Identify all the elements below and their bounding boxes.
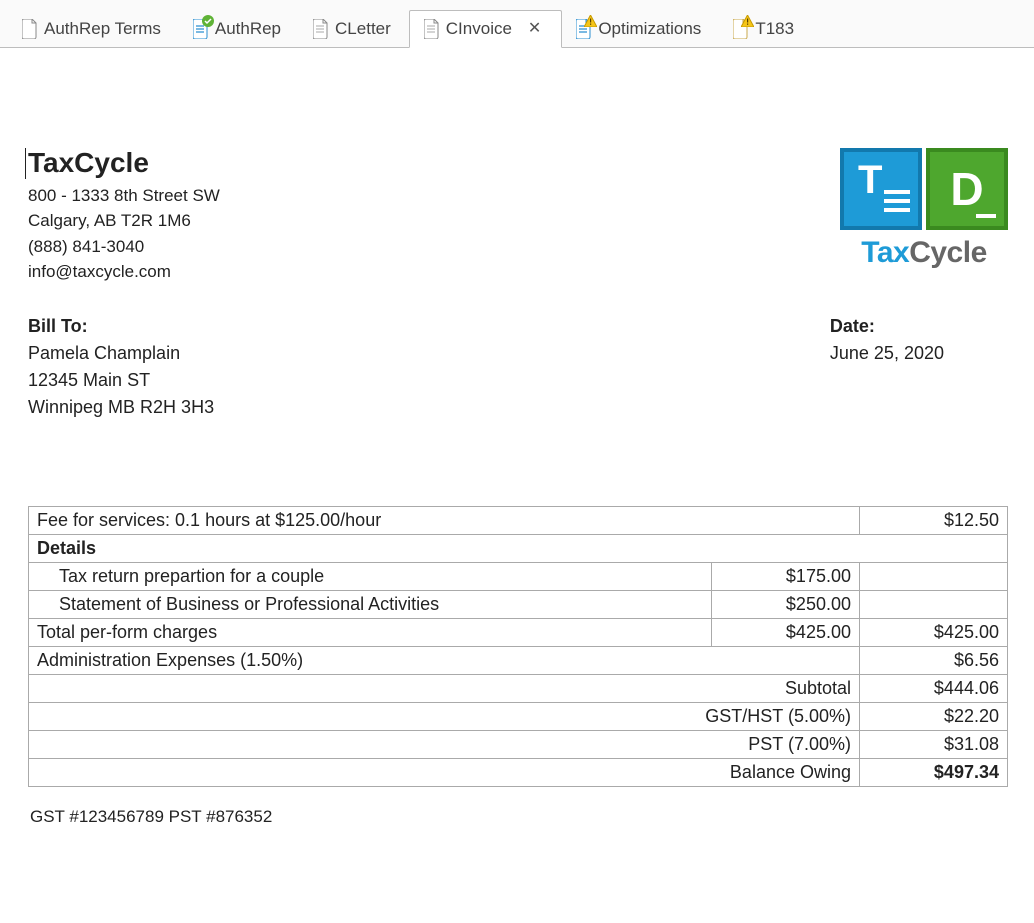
balance-owing-amount: $497.34 bbox=[860, 758, 1008, 786]
company-address-line1: 800 - 1333 8th Street SW bbox=[28, 183, 220, 209]
tab-label: CInvoice bbox=[446, 19, 512, 39]
tax-registration-footer: GST #123456789 PST #876352 bbox=[28, 807, 1014, 827]
tab-label: T183 bbox=[755, 19, 794, 39]
company-name: TaxCycle bbox=[25, 148, 220, 179]
table-row: Administration Expenses (1.50%) $6.56 bbox=[29, 646, 1008, 674]
date-label: Date: bbox=[830, 313, 944, 340]
document-icon bbox=[22, 19, 38, 39]
fee-description: Fee for services: 0.1 hours at $125.00/h… bbox=[29, 506, 860, 534]
logo-d-icon: D bbox=[926, 148, 1008, 230]
invoice-page: TaxCycle 800 - 1333 8th Street SW Calgar… bbox=[0, 48, 1034, 857]
tab-authrep[interactable]: AuthRep bbox=[179, 11, 299, 47]
fee-amount: $12.50 bbox=[860, 506, 1008, 534]
table-row: Subtotal $444.06 bbox=[29, 674, 1008, 702]
admin-expenses-label: Administration Expenses (1.50%) bbox=[29, 646, 860, 674]
tab-authrep-terms[interactable]: AuthRep Terms bbox=[8, 11, 179, 47]
tab-label: CLetter bbox=[335, 19, 391, 39]
logo-text: TaxCycle bbox=[840, 236, 1008, 270]
bill-to-name: Pamela Champlain bbox=[28, 340, 214, 367]
admin-expenses-amount: $6.56 bbox=[860, 646, 1008, 674]
document-check-icon bbox=[193, 19, 209, 39]
gst-label: GST/HST (5.00%) bbox=[29, 702, 860, 730]
document-icon bbox=[313, 19, 329, 39]
date-block: Date: June 25, 2020 bbox=[830, 313, 944, 421]
company-address-line2: Calgary, AB T2R 1M6 bbox=[28, 208, 220, 234]
close-icon[interactable]: ✕ bbox=[526, 21, 543, 37]
line-item-description: Tax return prepartion for a couple bbox=[29, 562, 712, 590]
tab-label: Optimizations bbox=[598, 19, 701, 39]
table-row: Balance Owing $497.34 bbox=[29, 758, 1008, 786]
table-row: Total per-form charges $425.00 $425.00 bbox=[29, 618, 1008, 646]
logo-t-icon: T bbox=[840, 148, 922, 230]
pst-amount: $31.08 bbox=[860, 730, 1008, 758]
tab-optimizations[interactable]: Optimizations bbox=[562, 11, 719, 47]
tab-cinvoice[interactable]: CInvoice ✕ bbox=[409, 10, 563, 48]
line-item-amount: $175.00 bbox=[712, 562, 860, 590]
invoice-table: Fee for services: 0.1 hours at $125.00/h… bbox=[28, 506, 1008, 787]
gst-amount: $22.20 bbox=[860, 702, 1008, 730]
bill-to-address-line2: Winnipeg MB R2H 3H3 bbox=[28, 394, 214, 421]
company-block: TaxCycle 800 - 1333 8th Street SW Calgar… bbox=[28, 148, 220, 285]
document-warning-icon bbox=[576, 19, 592, 39]
subtotal-label: Subtotal bbox=[29, 674, 860, 702]
line-item-description: Statement of Business or Professional Ac… bbox=[29, 590, 712, 618]
total-per-form-label: Total per-form charges bbox=[29, 618, 712, 646]
company-email: info@taxcycle.com bbox=[28, 259, 220, 285]
table-row: Details bbox=[29, 534, 1008, 562]
document-warning-icon bbox=[733, 19, 749, 39]
date-value: June 25, 2020 bbox=[830, 340, 944, 367]
subtotal-amount: $444.06 bbox=[860, 674, 1008, 702]
tab-label: AuthRep bbox=[215, 19, 281, 39]
total-per-form-sub: $425.00 bbox=[712, 618, 860, 646]
empty-cell bbox=[860, 590, 1008, 618]
tab-label: AuthRep Terms bbox=[44, 19, 161, 39]
table-row: GST/HST (5.00%) $22.20 bbox=[29, 702, 1008, 730]
balance-owing-label: Balance Owing bbox=[29, 758, 860, 786]
tab-t183[interactable]: T183 bbox=[719, 11, 812, 47]
table-row: Fee for services: 0.1 hours at $125.00/h… bbox=[29, 506, 1008, 534]
company-phone: (888) 841-3040 bbox=[28, 234, 220, 260]
empty-cell bbox=[860, 562, 1008, 590]
total-per-form-amount: $425.00 bbox=[860, 618, 1008, 646]
bill-to-address-line1: 12345 Main ST bbox=[28, 367, 214, 394]
pst-label: PST (7.00%) bbox=[29, 730, 860, 758]
logo: T D TaxCycle bbox=[840, 148, 1008, 270]
table-row: PST (7.00%) $31.08 bbox=[29, 730, 1008, 758]
document-icon bbox=[424, 19, 440, 39]
bill-to-block: Bill To: Pamela Champlain 12345 Main ST … bbox=[28, 313, 214, 421]
details-header: Details bbox=[29, 534, 1008, 562]
table-row: Tax return prepartion for a couple $175.… bbox=[29, 562, 1008, 590]
tab-cletter[interactable]: CLetter bbox=[299, 11, 409, 47]
line-item-amount: $250.00 bbox=[712, 590, 860, 618]
tab-bar: AuthRep Terms AuthRep CLetter CInvoice ✕… bbox=[0, 0, 1034, 48]
bill-to-label: Bill To: bbox=[28, 313, 214, 340]
table-row: Statement of Business or Professional Ac… bbox=[29, 590, 1008, 618]
